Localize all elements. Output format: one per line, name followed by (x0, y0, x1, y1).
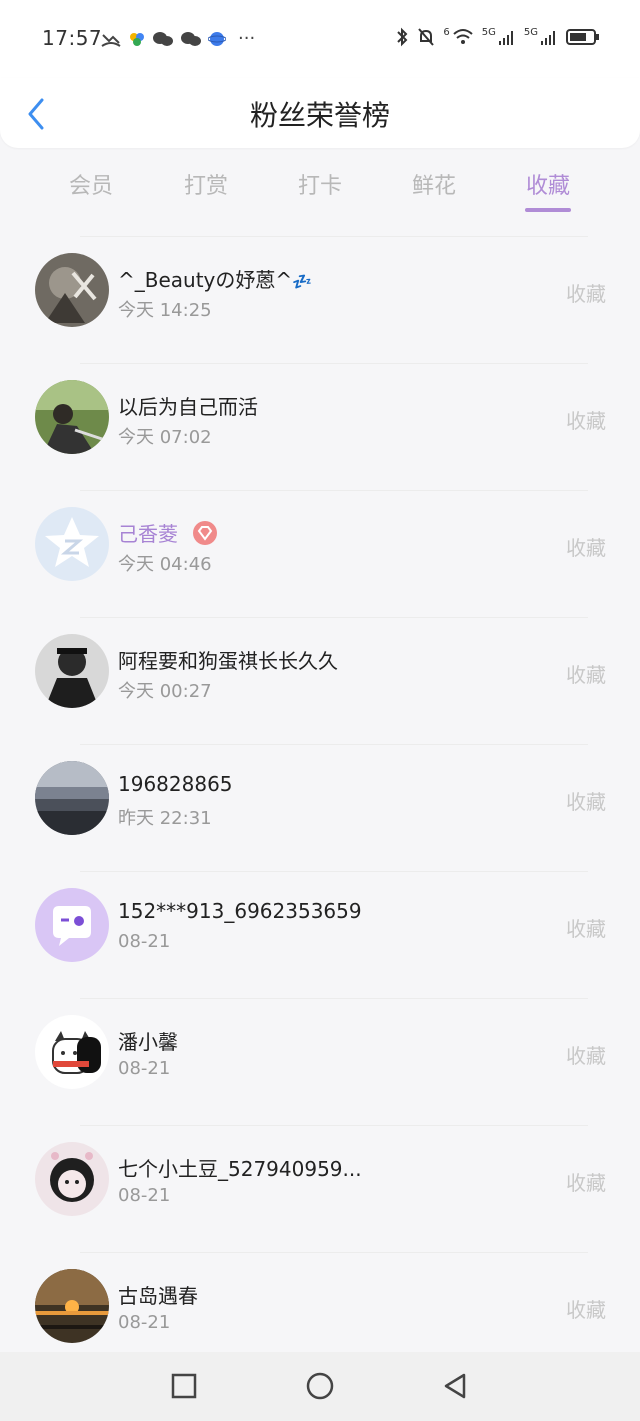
user-name: 阿程要和狗蛋祺长长久久 (118, 649, 338, 673)
recent-apps-icon[interactable] (168, 1370, 200, 1402)
home-icon[interactable] (304, 1370, 336, 1402)
user-name: ^_Beautyの妤蒽^💤 (118, 268, 313, 292)
avatar[interactable] (35, 253, 109, 327)
favorite-label: 收藏 (566, 790, 606, 814)
favorite-time: 08-21 (118, 1312, 171, 1333)
divider (80, 1125, 588, 1126)
sleep-emoji-icon: 💤 (292, 272, 313, 291)
favorite-label: 收藏 (566, 663, 606, 687)
favorite-label: 收藏 (566, 282, 606, 306)
divider (80, 236, 588, 237)
call-missed-icon (101, 33, 121, 47)
divider (80, 998, 588, 999)
status-system-icons: 6 5G 5G (395, 26, 600, 48)
app-header: 粉丝荣誉榜 (0, 78, 640, 148)
avatar[interactable] (35, 1269, 109, 1343)
user-name: 古岛遇春 (118, 1284, 198, 1308)
user-name: 己香菱 (118, 518, 218, 547)
user-name: 七个小土豆_527940959... (118, 1157, 362, 1181)
user-name: 196828865 (118, 772, 233, 796)
favorite-label: 收藏 (566, 1298, 606, 1322)
browser-icon (208, 31, 226, 46)
status-notification-icons: ··· (100, 28, 255, 49)
favorite-time: 今天 04:46 (118, 554, 212, 575)
bluetooth-icon (397, 27, 408, 47)
divider (80, 363, 588, 364)
system-nav-bar (0, 1352, 640, 1421)
user-name: 潘小馨 (118, 1030, 178, 1054)
more-notifications-icon: ··· (238, 28, 256, 49)
status-time: 17:57 (42, 26, 103, 50)
page-title: 粉丝荣誉榜 (249, 99, 390, 132)
tab-favorites[interactable]: 收藏 (488, 168, 608, 200)
tab-membership[interactable]: 会员 (31, 168, 151, 200)
favorite-time: 08-21 (118, 1185, 171, 1206)
status-bar: 17:57 ··· 6 5G 5G (0, 0, 640, 78)
user-name: 152***913_6962353659 (118, 899, 362, 923)
avatar[interactable] (35, 761, 109, 835)
wechat-icon (181, 31, 201, 46)
tab-tips[interactable]: 打赏 (146, 168, 266, 200)
battery-icon (566, 29, 599, 45)
wifi-icon (453, 29, 473, 44)
mute-bell-icon (418, 28, 435, 46)
vip-badge-icon (193, 521, 218, 545)
list-item[interactable]: 己香菱 今天 04:46 收藏 (0, 490, 640, 617)
favorite-time: 今天 14:25 (118, 300, 212, 321)
divider (80, 1252, 588, 1253)
signal-icon (541, 31, 555, 45)
divider (80, 871, 588, 872)
network-label-2: 5G (523, 26, 538, 38)
active-tab-indicator (525, 208, 571, 212)
favorite-label: 收藏 (566, 409, 606, 433)
favorite-time: 今天 00:27 (118, 681, 212, 702)
back-icon[interactable] (440, 1370, 472, 1402)
wechat-icon (153, 31, 173, 46)
favorite-time: 08-21 (118, 931, 171, 952)
avatar[interactable] (35, 888, 109, 962)
avatar[interactable] (35, 1142, 109, 1216)
avatar[interactable] (35, 634, 109, 708)
list-item[interactable]: 152***913_6962353659 08-21 收藏 (0, 871, 640, 998)
favorite-label: 收藏 (566, 1044, 606, 1068)
user-name: 以后为自己而活 (118, 395, 258, 419)
divider (80, 617, 588, 618)
app-colorful-icon (130, 32, 144, 46)
list-item[interactable]: 阿程要和狗蛋祺长长久久 今天 00:27 收藏 (0, 617, 640, 744)
avatar[interactable] (35, 507, 109, 581)
favorite-time: 08-21 (118, 1058, 171, 1079)
tab-checkin[interactable]: 打卡 (260, 168, 380, 200)
list-item[interactable]: 潘小馨 08-21 收藏 (0, 998, 640, 1125)
divider (80, 744, 588, 745)
favorite-label: 收藏 (566, 917, 606, 941)
tab-bar: 会员 打赏 打卡 鲜花 收藏 (0, 150, 640, 225)
favorite-time: 今天 07:02 (118, 427, 212, 448)
avatar[interactable] (35, 380, 109, 454)
favorite-label: 收藏 (566, 536, 606, 560)
divider (80, 490, 588, 491)
list-item[interactable]: 七个小土豆_527940959... 08-21 收藏 (0, 1125, 640, 1252)
favorite-label: 收藏 (566, 1171, 606, 1195)
list-item[interactable]: ^_Beautyの妤蒽^💤 今天 14:25 收藏 (0, 236, 640, 363)
favorite-time: 昨天 22:31 (118, 808, 212, 829)
list-item[interactable]: 196828865 昨天 22:31 收藏 (0, 744, 640, 871)
network-label-1: 5G (481, 26, 496, 38)
list-item[interactable]: 以后为自己而活 今天 07:02 收藏 (0, 363, 640, 490)
signal-icon (498, 31, 513, 45)
tab-flowers[interactable]: 鲜花 (374, 168, 494, 200)
avatar[interactable] (35, 1015, 109, 1089)
wifi-label: 6 (443, 26, 450, 38)
